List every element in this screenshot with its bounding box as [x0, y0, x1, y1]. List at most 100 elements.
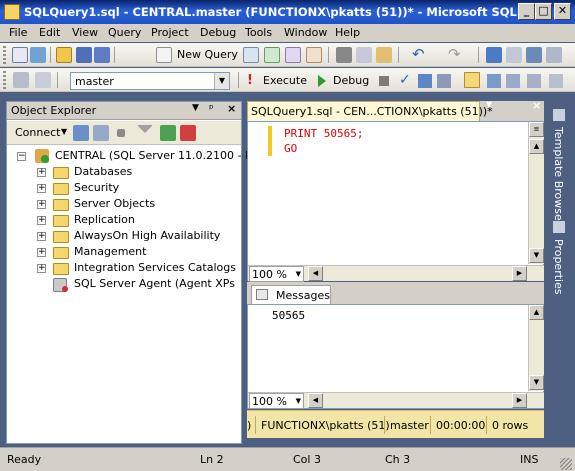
database-engine-query-icon[interactable]	[243, 47, 259, 63]
editor-zoom-select[interactable]: 100 % ▼	[249, 266, 304, 282]
toolbar-grip[interactable]	[3, 46, 6, 64]
close-tab-icon[interactable]: ×	[532, 99, 541, 112]
app-icon[interactable]	[4, 4, 20, 20]
tree-node-security[interactable]: + Security	[37, 181, 237, 197]
copy-icon[interactable]	[356, 47, 372, 63]
expand-icon[interactable]: +	[37, 184, 46, 193]
tree-node-integration-services[interactable]: + Integration Services Catalogs	[37, 261, 237, 277]
menu-file[interactable]: File	[9, 26, 27, 39]
save-all-icon[interactable]	[94, 47, 110, 63]
execute-button[interactable]: Execute	[263, 74, 307, 87]
scroll-left-icon[interactable]: ◀	[308, 266, 323, 281]
tree-node-management[interactable]: + Management	[37, 245, 237, 261]
resize-grip-icon[interactable]	[560, 458, 572, 470]
menu-help[interactable]: Help	[335, 26, 360, 39]
query-designer-icon[interactable]	[437, 74, 451, 88]
disconnect-icon[interactable]	[93, 125, 109, 141]
execute-icon[interactable]: !	[247, 73, 255, 89]
new-query-icon[interactable]	[156, 47, 172, 63]
collapse-icon[interactable]: −	[17, 152, 26, 161]
close-button[interactable]: ✕	[554, 3, 571, 20]
menu-tools[interactable]: Tools	[245, 26, 272, 39]
toolbar-options-icon[interactable]	[546, 47, 562, 63]
results-horizontal-scrollbar[interactable]: 100 % ▼ ◀ ▶	[248, 392, 544, 409]
change-connection-icon[interactable]	[35, 72, 51, 88]
results-to-grid-icon[interactable]	[464, 72, 480, 88]
save-icon[interactable]	[76, 47, 92, 63]
results-vertical-scrollbar[interactable]: ▲ ▼	[528, 305, 544, 391]
object-explorer-icon[interactable]	[526, 47, 542, 63]
stop-icon[interactable]	[117, 129, 125, 137]
stop-activity-icon[interactable]	[180, 125, 196, 141]
results-pane[interactable]: 50565 ▲ ▼ 100 % ▼ ◀ ▶	[247, 304, 544, 409]
results-to-file-icon[interactable]	[506, 74, 520, 88]
tree-node-alwayson[interactable]: + AlwaysOn High Availability	[37, 229, 237, 245]
refresh-icon[interactable]	[160, 125, 176, 141]
navigate-forward-icon[interactable]	[506, 47, 522, 63]
title-bar[interactable]: SQLQuery1.sql - CENTRAL.master (FUNCTION…	[0, 0, 575, 24]
menu-edit[interactable]: Edit	[39, 26, 60, 39]
debug-button[interactable]: Debug	[333, 74, 369, 87]
analysis-dmx-query-icon[interactable]	[285, 47, 301, 63]
menu-project[interactable]: Project	[151, 26, 189, 39]
connect-button[interactable]: Connect	[15, 126, 60, 139]
analysis-mdx-query-icon[interactable]	[264, 47, 280, 63]
maximize-button[interactable]: □	[535, 3, 552, 20]
comment-out-icon[interactable]	[527, 74, 541, 88]
indent-icon[interactable]	[549, 74, 563, 88]
menu-window[interactable]: Window	[284, 26, 327, 39]
properties-tab[interactable]: Properties	[550, 219, 568, 299]
results-to-text-icon[interactable]	[487, 74, 501, 88]
tree-node-replication[interactable]: + Replication	[37, 213, 237, 229]
connect-object-explorer-icon[interactable]	[73, 125, 89, 141]
tab-sqlquery1[interactable]: SQLQuery1.sql - CEN...CTIONX\pkatts (51)…	[247, 101, 493, 121]
chevron-down-icon[interactable]: ▼	[214, 73, 229, 89]
new-query-button[interactable]: New Query	[177, 48, 238, 61]
menu-debug[interactable]: Debug	[200, 26, 236, 39]
scroll-down-icon[interactable]: ▼	[529, 375, 544, 390]
scroll-down-icon[interactable]: ▼	[529, 248, 544, 263]
scroll-right-icon[interactable]: ▶	[512, 266, 527, 281]
expand-icon[interactable]: +	[37, 248, 46, 257]
tree-server-node[interactable]: − CENTRAL (SQL Server 11.0.2100 - FUN	[17, 149, 268, 165]
expand-icon[interactable]: +	[37, 216, 46, 225]
available-databases-select[interactable]: master ▼	[70, 72, 230, 90]
editor-horizontal-scrollbar[interactable]: 100 % ▼ ◀ ▶	[248, 265, 544, 282]
scroll-left-icon[interactable]: ◀	[308, 393, 323, 408]
debug-icon[interactable]	[318, 75, 326, 87]
redo-icon[interactable]: ↷	[448, 47, 464, 63]
cut-icon[interactable]	[336, 47, 352, 63]
undo-icon[interactable]: ↶	[412, 47, 428, 63]
template-browser-tab[interactable]: Template Browser	[550, 107, 568, 225]
connect-dropdown-icon[interactable]: ▼	[61, 127, 67, 136]
expand-icon[interactable]: +	[37, 168, 46, 177]
menu-view[interactable]: View	[72, 26, 98, 39]
paste-icon[interactable]	[376, 47, 392, 63]
new-project-icon[interactable]	[12, 47, 28, 63]
expand-icon[interactable]: +	[37, 232, 46, 241]
tree-node-server-objects[interactable]: + Server Objects	[37, 197, 237, 213]
display-estimated-plan-icon[interactable]	[418, 74, 432, 88]
close-panel-icon[interactable]: ×	[227, 102, 236, 115]
tab-dropdown-icon[interactable]: ▼	[486, 100, 496, 110]
scroll-up-icon[interactable]: ▲	[529, 139, 544, 154]
navigate-backward-icon[interactable]	[486, 47, 502, 63]
toolbar-grip[interactable]	[3, 71, 6, 89]
parse-check-icon[interactable]: ✓	[399, 72, 411, 88]
pin-icon[interactable]: ᵖ	[209, 102, 214, 115]
split-icon[interactable]: ≡	[529, 122, 544, 137]
tree-node-sql-agent[interactable]: SQL Server Agent (Agent XPs disa	[37, 277, 237, 293]
tree-node-databases[interactable]: + Databases	[37, 165, 237, 181]
dropdown-arrow-icon[interactable]: ▼	[192, 103, 199, 113]
scroll-right-icon[interactable]: ▶	[512, 393, 527, 408]
add-item-icon[interactable]	[30, 47, 46, 63]
scroll-up-icon[interactable]: ▲	[529, 305, 544, 320]
chevron-down-icon[interactable]: ▼	[296, 397, 301, 405]
connect-icon[interactable]	[13, 72, 29, 88]
minimize-button[interactable]: _	[518, 3, 535, 20]
tab-messages[interactable]: Messages	[251, 285, 331, 304]
xmla-query-icon[interactable]	[306, 47, 322, 63]
open-file-icon[interactable]	[56, 47, 72, 63]
editor-vertical-scrollbar[interactable]: ≡ ▲ ▼	[528, 122, 544, 264]
chevron-down-icon[interactable]: ▼	[296, 270, 301, 278]
